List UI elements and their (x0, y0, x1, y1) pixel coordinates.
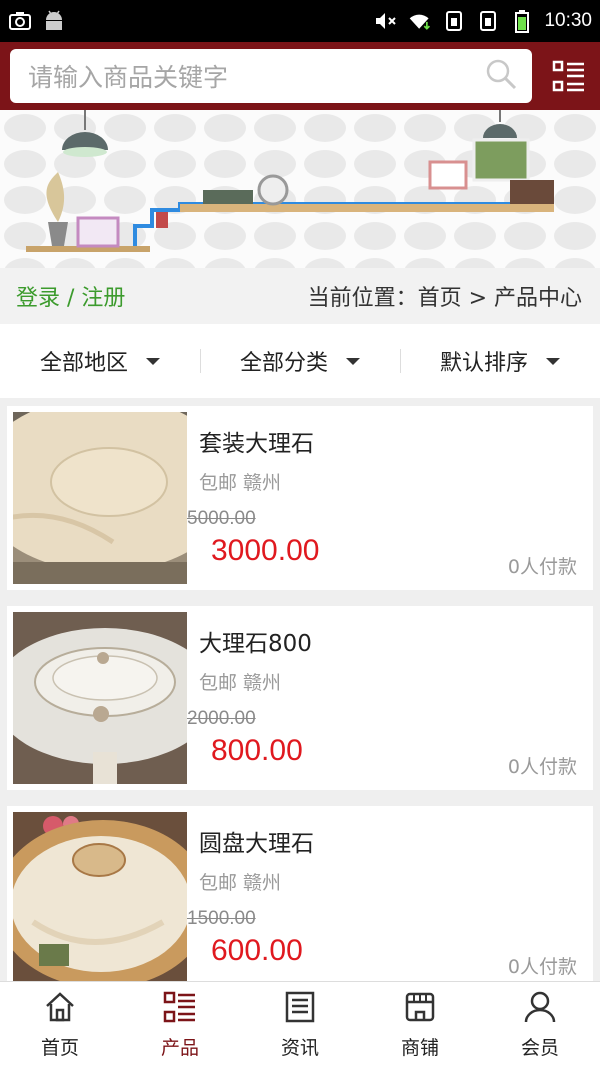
screenshot-icon (8, 10, 32, 32)
product-card[interactable]: 大理石800 包邮 赣州 2000.00 800.00 0人付款 (7, 606, 593, 790)
home-icon (43, 990, 77, 1029)
search-input[interactable]: 请输入商品关键字 (10, 49, 532, 103)
original-price: 5000.00 (187, 508, 256, 529)
tab-home[interactable]: 首页 (0, 982, 120, 1067)
product-card[interactable]: 套装大理石 包邮 赣州 5000.00 3000.00 0人付款 (7, 406, 593, 590)
mute-icon (374, 10, 398, 32)
product-title[interactable]: 套装大理石 (199, 424, 587, 458)
filter-label: 全部地区 (39, 351, 128, 376)
sales-count: 0人付款 (507, 756, 577, 778)
product-info: 圆盘大理石 包邮 赣州 1500.00 600.00 0人付款 (187, 812, 587, 984)
tab-label: 资讯 (280, 1036, 319, 1059)
filter-label: 默认排序 (439, 351, 528, 376)
product-info: 套装大理石 包邮 赣州 5000.00 3000.00 0人付款 (187, 412, 587, 584)
caret-down-icon (146, 357, 160, 365)
android-icon (42, 10, 66, 32)
product-list: 套装大理石 包邮 赣州 5000.00 3000.00 0人付款 大理石800 … (0, 406, 600, 990)
battery-icon (510, 10, 534, 33)
tab-label: 会员 (520, 1036, 559, 1059)
banner-image[interactable] (0, 110, 600, 268)
bottom-tabbar: 首页 产品 资讯 商铺 会员 (0, 981, 600, 1067)
news-icon (283, 990, 317, 1029)
product-meta: 包邮 赣州 (199, 872, 282, 894)
product-grid-icon (163, 990, 197, 1029)
product-info: 大理石800 包邮 赣州 2000.00 800.00 0人付款 (187, 612, 587, 784)
caret-down-icon (346, 357, 360, 365)
tab-news[interactable]: 资讯 (240, 982, 360, 1067)
tab-products[interactable]: 产品 (120, 982, 240, 1067)
sale-price: 3000.00 (211, 534, 320, 567)
filter-region[interactable]: 全部地区 (0, 345, 200, 377)
header: 请输入商品关键字 (0, 42, 600, 110)
status-bar: 10:30 (0, 0, 600, 42)
tab-store[interactable]: 商铺 (360, 982, 480, 1067)
tab-label: 产品 (160, 1036, 199, 1059)
wifi-icon (408, 10, 432, 32)
product-image[interactable] (13, 612, 187, 784)
category-menu-icon[interactable] (546, 53, 592, 99)
product-image[interactable] (13, 812, 187, 984)
filter-sort[interactable]: 默认排序 (400, 345, 600, 377)
caret-down-icon (546, 357, 560, 365)
product-meta: 包邮 赣州 (199, 672, 282, 694)
filter-bar: 全部地区 全部分类 默认排序 (0, 324, 600, 398)
tab-label: 商铺 (400, 1036, 439, 1059)
sales-count: 0人付款 (507, 956, 577, 978)
product-meta: 包邮 赣州 (199, 472, 282, 494)
breadcrumb: 当前位置：首页 > 产品中心 (307, 286, 582, 311)
search-icon[interactable] (484, 57, 518, 95)
sale-price: 600.00 (211, 934, 303, 967)
login-register-link[interactable]: 登录 / 注册 (16, 280, 125, 312)
product-title[interactable]: 圆盘大理石 (199, 824, 587, 858)
location-row: 登录 / 注册 当前位置：首页 > 产品中心 (0, 268, 600, 324)
tab-label: 首页 (40, 1036, 79, 1059)
product-title[interactable]: 大理石800 (199, 624, 587, 658)
sale-price: 800.00 (211, 734, 303, 767)
original-price: 1500.00 (187, 908, 256, 929)
user-icon (523, 990, 557, 1029)
sim1-icon (442, 10, 466, 32)
sim2-icon (476, 10, 500, 32)
tab-member[interactable]: 会员 (480, 982, 600, 1067)
search-placeholder: 请输入商品关键字 (28, 63, 229, 92)
product-image[interactable] (13, 412, 187, 584)
store-icon (403, 990, 437, 1029)
original-price: 2000.00 (187, 708, 256, 729)
filter-category[interactable]: 全部分类 (200, 345, 400, 377)
sales-count: 0人付款 (507, 556, 577, 578)
clock: 10:30 (544, 10, 592, 31)
filter-label: 全部分类 (239, 351, 328, 376)
product-card[interactable]: 圆盘大理石 包邮 赣州 1500.00 600.00 0人付款 (7, 806, 593, 990)
